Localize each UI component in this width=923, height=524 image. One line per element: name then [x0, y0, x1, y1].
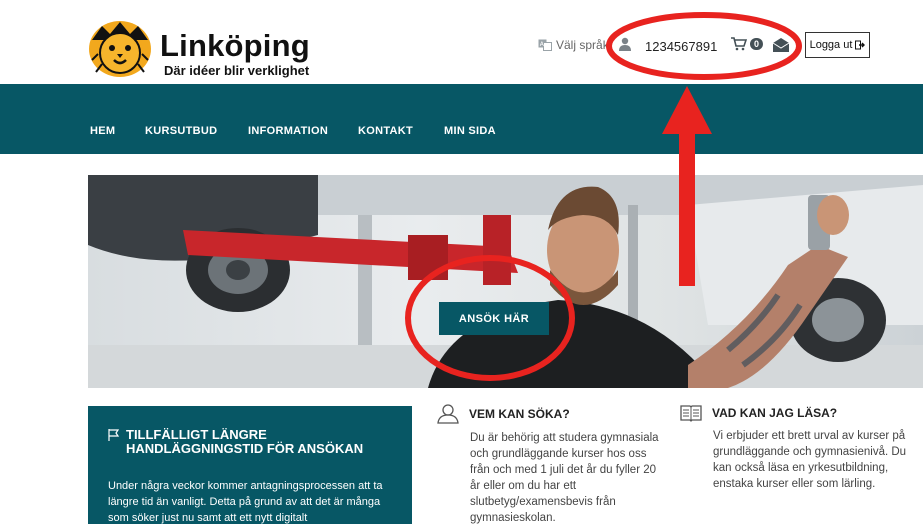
nav-item-kontakt[interactable]: KONTAKT: [358, 125, 413, 137]
notice-title: TILLFÄLLIGT LÄNGRE HANDLÄGGNINGSTID FÖR …: [108, 428, 392, 456]
user-id[interactable]: 1234567891: [645, 39, 717, 54]
apply-button[interactable]: ANSÖK HÄR: [439, 302, 549, 335]
who-can-apply-text: Du är behörig att studera gymnasiala och…: [470, 432, 659, 524]
nav-item-min-sida[interactable]: MIN SIDA: [444, 125, 496, 137]
hero-banner: ANSÖK HÄR: [88, 175, 923, 388]
flag-icon: [108, 429, 120, 441]
person-outline-icon: [437, 404, 459, 424]
cart-button[interactable]: 0: [731, 37, 764, 51]
mail-icon[interactable]: [772, 37, 790, 53]
logout-icon: [855, 40, 866, 50]
language-label: Välj språk: [556, 38, 609, 52]
language-selector[interactable]: A Välj språk: [538, 38, 609, 52]
who-can-apply-title: VEM KAN SÖKA?: [469, 407, 570, 421]
book-icon: [680, 405, 702, 422]
who-can-apply-section: VEM KAN SÖKA? Du är behörig att studera …: [437, 404, 659, 524]
nav-item-information[interactable]: INFORMATION: [248, 125, 328, 137]
notice-body: Under några veckor kommer antagningsproc…: [108, 480, 383, 524]
user-icon: [619, 37, 631, 51]
notice-box: TILLFÄLLIGT LÄNGRE HANDLÄGGNINGSTID FÖR …: [88, 406, 412, 524]
logout-label: Logga ut: [809, 39, 853, 51]
logout-button[interactable]: Logga ut: [805, 32, 870, 58]
cart-count-badge: 0: [750, 38, 764, 50]
main-nav: HEM KURSUTBUD INFORMATION KONTAKT MIN SI…: [0, 84, 923, 154]
who-can-apply-heading: VEM KAN SÖKA?: [437, 404, 659, 424]
what-can-i-study-section: VAD KAN JAG LÄSA? Vi erbjuder ett brett …: [680, 404, 923, 524]
site-header: Linköping Där idéer blir verklighet A Vä…: [0, 0, 923, 84]
logo-subtitle: Där idéer blir verklighet: [164, 63, 310, 78]
translate-icon: A: [538, 39, 552, 51]
notice-title-text: TILLFÄLLIGT LÄNGRE HANDLÄGGNINGSTID FÖR …: [126, 427, 364, 456]
nav-item-kursutbud[interactable]: KURSUTBUD: [145, 125, 217, 137]
what-can-i-study-heading: VAD KAN JAG LÄSA?: [680, 404, 923, 422]
cart-icon: [731, 37, 747, 51]
nav-item-hem[interactable]: HEM: [90, 125, 115, 137]
hero-image: [88, 175, 923, 388]
what-can-i-study-title: VAD KAN JAG LÄSA?: [712, 406, 838, 420]
lion-logo-icon[interactable]: [88, 20, 152, 78]
what-can-i-study-text: Vi erbjuder ett brett urval av kurser på…: [713, 430, 907, 490]
logo-title[interactable]: Linköping: [160, 28, 310, 64]
